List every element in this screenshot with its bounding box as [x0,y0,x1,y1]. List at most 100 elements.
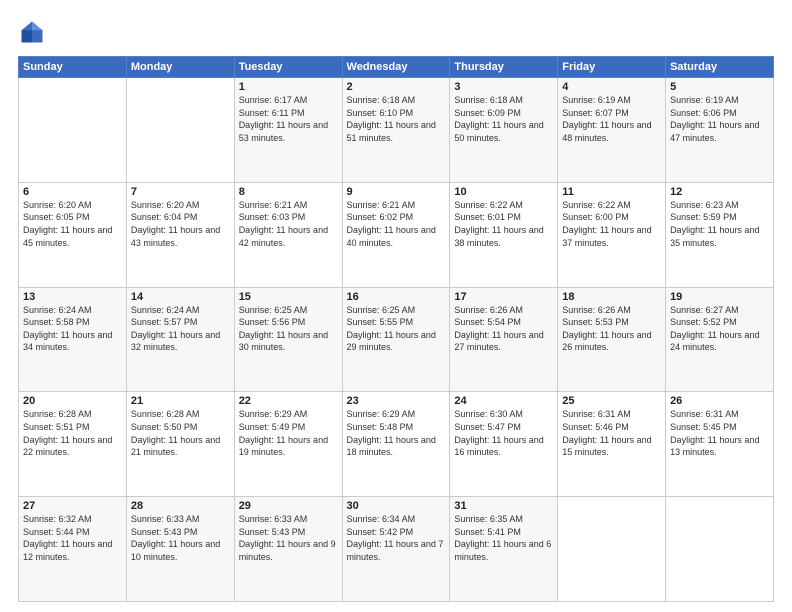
day-number: 20 [23,395,122,407]
day-info: Sunrise: 6:25 AMSunset: 5:56 PMDaylight:… [239,304,338,354]
calendar-cell: 9Sunrise: 6:21 AMSunset: 6:02 PMDaylight… [342,182,450,287]
day-number: 12 [670,186,769,198]
calendar-cell: 2Sunrise: 6:18 AMSunset: 6:10 PMDaylight… [342,78,450,183]
day-number: 23 [347,395,446,407]
calendar-cell: 13Sunrise: 6:24 AMSunset: 5:58 PMDayligh… [19,287,127,392]
day-number: 7 [131,186,230,198]
day-info: Sunrise: 6:25 AMSunset: 5:55 PMDaylight:… [347,304,446,354]
calendar-cell: 27Sunrise: 6:32 AMSunset: 5:44 PMDayligh… [19,497,127,602]
day-info: Sunrise: 6:22 AMSunset: 6:01 PMDaylight:… [454,199,553,249]
day-number: 3 [454,81,553,93]
calendar-header-row: SundayMondayTuesdayWednesdayThursdayFrid… [19,57,774,78]
day-number: 13 [23,291,122,303]
day-number: 11 [562,186,661,198]
calendar-cell [19,78,127,183]
day-info: Sunrise: 6:24 AMSunset: 5:57 PMDaylight:… [131,304,230,354]
calendar-cell: 11Sunrise: 6:22 AMSunset: 6:00 PMDayligh… [558,182,666,287]
day-info: Sunrise: 6:18 AMSunset: 6:09 PMDaylight:… [454,94,553,144]
day-number: 19 [670,291,769,303]
calendar-cell: 15Sunrise: 6:25 AMSunset: 5:56 PMDayligh… [234,287,342,392]
calendar-cell: 30Sunrise: 6:34 AMSunset: 5:42 PMDayligh… [342,497,450,602]
day-number: 30 [347,500,446,512]
day-number: 22 [239,395,338,407]
day-number: 21 [131,395,230,407]
day-number: 5 [670,81,769,93]
day-number: 2 [347,81,446,93]
day-number: 4 [562,81,661,93]
day-header-wednesday: Wednesday [342,57,450,78]
day-number: 31 [454,500,553,512]
day-info: Sunrise: 6:31 AMSunset: 5:46 PMDaylight:… [562,408,661,458]
day-number: 27 [23,500,122,512]
day-info: Sunrise: 6:29 AMSunset: 5:48 PMDaylight:… [347,408,446,458]
day-info: Sunrise: 6:24 AMSunset: 5:58 PMDaylight:… [23,304,122,354]
day-number: 1 [239,81,338,93]
calendar-cell [126,78,234,183]
logo [18,18,50,46]
logo-icon [18,18,46,46]
calendar-week-row: 1Sunrise: 6:17 AMSunset: 6:11 PMDaylight… [19,78,774,183]
header [18,18,774,46]
calendar-cell: 4Sunrise: 6:19 AMSunset: 6:07 PMDaylight… [558,78,666,183]
day-info: Sunrise: 6:26 AMSunset: 5:53 PMDaylight:… [562,304,661,354]
day-info: Sunrise: 6:32 AMSunset: 5:44 PMDaylight:… [23,513,122,563]
day-number: 25 [562,395,661,407]
day-number: 26 [670,395,769,407]
day-header-friday: Friday [558,57,666,78]
day-number: 18 [562,291,661,303]
calendar-cell: 26Sunrise: 6:31 AMSunset: 5:45 PMDayligh… [666,392,774,497]
day-number: 24 [454,395,553,407]
day-info: Sunrise: 6:20 AMSunset: 6:05 PMDaylight:… [23,199,122,249]
day-info: Sunrise: 6:26 AMSunset: 5:54 PMDaylight:… [454,304,553,354]
calendar-cell: 17Sunrise: 6:26 AMSunset: 5:54 PMDayligh… [450,287,558,392]
page: SundayMondayTuesdayWednesdayThursdayFrid… [0,0,792,612]
day-header-monday: Monday [126,57,234,78]
calendar-cell: 7Sunrise: 6:20 AMSunset: 6:04 PMDaylight… [126,182,234,287]
day-info: Sunrise: 6:27 AMSunset: 5:52 PMDaylight:… [670,304,769,354]
calendar-cell: 1Sunrise: 6:17 AMSunset: 6:11 PMDaylight… [234,78,342,183]
day-number: 10 [454,186,553,198]
calendar-cell [666,497,774,602]
day-number: 8 [239,186,338,198]
day-number: 28 [131,500,230,512]
day-info: Sunrise: 6:23 AMSunset: 5:59 PMDaylight:… [670,199,769,249]
day-info: Sunrise: 6:28 AMSunset: 5:50 PMDaylight:… [131,408,230,458]
calendar-cell: 8Sunrise: 6:21 AMSunset: 6:03 PMDaylight… [234,182,342,287]
calendar-cell: 31Sunrise: 6:35 AMSunset: 5:41 PMDayligh… [450,497,558,602]
calendar-cell [558,497,666,602]
day-info: Sunrise: 6:35 AMSunset: 5:41 PMDaylight:… [454,513,553,563]
day-info: Sunrise: 6:34 AMSunset: 5:42 PMDaylight:… [347,513,446,563]
day-info: Sunrise: 6:22 AMSunset: 6:00 PMDaylight:… [562,199,661,249]
calendar-cell: 5Sunrise: 6:19 AMSunset: 6:06 PMDaylight… [666,78,774,183]
day-info: Sunrise: 6:33 AMSunset: 5:43 PMDaylight:… [131,513,230,563]
calendar-cell: 22Sunrise: 6:29 AMSunset: 5:49 PMDayligh… [234,392,342,497]
calendar-cell: 25Sunrise: 6:31 AMSunset: 5:46 PMDayligh… [558,392,666,497]
day-number: 9 [347,186,446,198]
day-info: Sunrise: 6:21 AMSunset: 6:02 PMDaylight:… [347,199,446,249]
calendar-cell: 21Sunrise: 6:28 AMSunset: 5:50 PMDayligh… [126,392,234,497]
day-info: Sunrise: 6:18 AMSunset: 6:10 PMDaylight:… [347,94,446,144]
day-info: Sunrise: 6:19 AMSunset: 6:06 PMDaylight:… [670,94,769,144]
day-info: Sunrise: 6:30 AMSunset: 5:47 PMDaylight:… [454,408,553,458]
calendar-week-row: 20Sunrise: 6:28 AMSunset: 5:51 PMDayligh… [19,392,774,497]
calendar-cell: 3Sunrise: 6:18 AMSunset: 6:09 PMDaylight… [450,78,558,183]
calendar-cell: 12Sunrise: 6:23 AMSunset: 5:59 PMDayligh… [666,182,774,287]
day-number: 17 [454,291,553,303]
day-info: Sunrise: 6:20 AMSunset: 6:04 PMDaylight:… [131,199,230,249]
day-number: 6 [23,186,122,198]
calendar-cell: 10Sunrise: 6:22 AMSunset: 6:01 PMDayligh… [450,182,558,287]
calendar-cell: 16Sunrise: 6:25 AMSunset: 5:55 PMDayligh… [342,287,450,392]
day-info: Sunrise: 6:29 AMSunset: 5:49 PMDaylight:… [239,408,338,458]
calendar-cell: 28Sunrise: 6:33 AMSunset: 5:43 PMDayligh… [126,497,234,602]
calendar-week-row: 27Sunrise: 6:32 AMSunset: 5:44 PMDayligh… [19,497,774,602]
day-number: 29 [239,500,338,512]
day-info: Sunrise: 6:31 AMSunset: 5:45 PMDaylight:… [670,408,769,458]
day-info: Sunrise: 6:28 AMSunset: 5:51 PMDaylight:… [23,408,122,458]
calendar: SundayMondayTuesdayWednesdayThursdayFrid… [18,56,774,602]
calendar-cell: 23Sunrise: 6:29 AMSunset: 5:48 PMDayligh… [342,392,450,497]
day-header-thursday: Thursday [450,57,558,78]
day-header-saturday: Saturday [666,57,774,78]
day-info: Sunrise: 6:33 AMSunset: 5:43 PMDaylight:… [239,513,338,563]
day-header-tuesday: Tuesday [234,57,342,78]
calendar-week-row: 6Sunrise: 6:20 AMSunset: 6:05 PMDaylight… [19,182,774,287]
